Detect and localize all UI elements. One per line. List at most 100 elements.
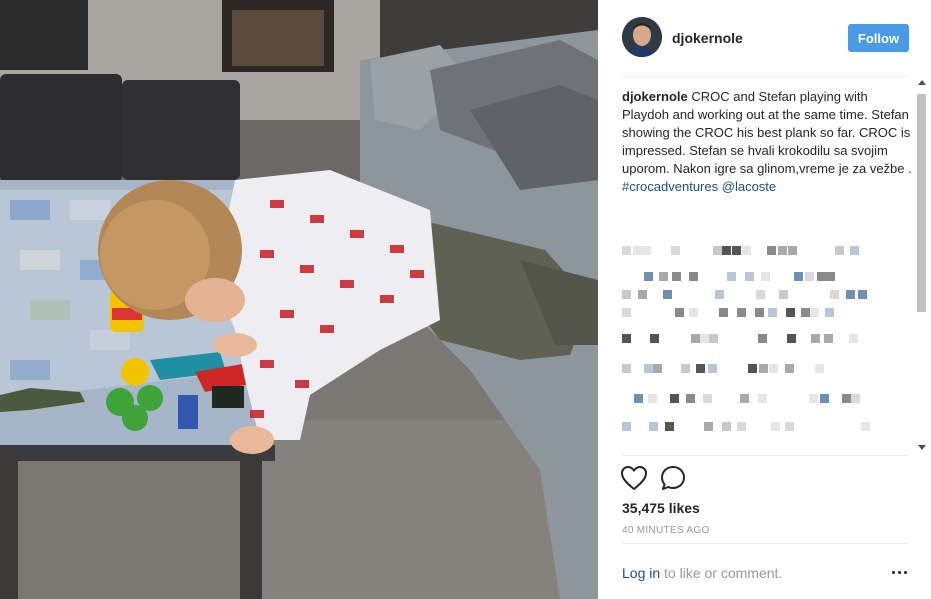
pixelated-block	[737, 422, 746, 431]
speech-bubble-icon[interactable]	[660, 465, 686, 491]
pixelated-block	[732, 246, 741, 255]
header-divider	[622, 76, 908, 77]
pixelated-block	[648, 394, 657, 403]
pixelated-block	[737, 308, 746, 317]
pixelated-block	[622, 246, 631, 255]
pixelated-block	[653, 364, 662, 373]
pixelated-block	[771, 422, 780, 431]
pixelated-block	[861, 422, 870, 431]
pixelated-block	[703, 394, 712, 403]
pixelated-block	[649, 422, 658, 431]
pixelated-block	[671, 246, 680, 255]
pixelated-block	[622, 364, 631, 373]
pixelated-block	[851, 394, 860, 403]
likes-count[interactable]: 35,475 likes	[622, 500, 700, 516]
caption-author-link[interactable]: djokernole	[622, 89, 688, 104]
hashtag-link[interactable]: #crocadventures	[622, 179, 718, 194]
avatar-image	[622, 17, 662, 57]
post-caption: djokernole CROC and Stefan playing with …	[622, 88, 914, 196]
pixelated-block	[761, 272, 770, 281]
pixelated-block	[811, 334, 820, 343]
pixelated-block	[815, 364, 824, 373]
follow-button[interactable]: Follow	[848, 24, 909, 52]
pixelated-block	[755, 308, 764, 317]
pixelated-block	[801, 308, 810, 317]
pixelated-block	[785, 364, 794, 373]
ellipsis-dot	[898, 571, 901, 574]
ellipsis-icon[interactable]	[892, 568, 908, 578]
pixelated-block	[708, 364, 717, 373]
pixelated-block	[622, 422, 631, 431]
comments-scrollbar[interactable]	[914, 78, 929, 454]
pixelated-block	[696, 364, 705, 373]
post-photo[interactable]	[0, 0, 598, 599]
ellipsis-dot	[892, 571, 895, 574]
pixelated-block	[740, 394, 749, 403]
pixelated-block	[767, 246, 776, 255]
login-link[interactable]: Log in	[622, 565, 660, 581]
pixelated-block	[809, 394, 818, 403]
pixelated-block	[835, 246, 844, 255]
pixelated-comments	[622, 246, 914, 454]
pixelated-block	[745, 272, 754, 281]
pixelated-block	[786, 308, 795, 317]
pixelated-block	[742, 246, 751, 255]
pixelated-block	[727, 272, 736, 281]
pixelated-block	[642, 246, 651, 255]
pixelated-block	[817, 272, 826, 281]
pixelated-block	[768, 308, 777, 317]
pixelated-block	[850, 246, 859, 255]
comments-list[interactable]: djokernole CROC and Stefan playing with …	[622, 88, 914, 454]
pixelated-block	[659, 272, 668, 281]
pixelated-block	[785, 422, 794, 431]
post-timestamp[interactable]: 40 MINUTES AGO	[622, 525, 710, 536]
pixelated-block	[794, 272, 803, 281]
pixelated-block	[842, 394, 851, 403]
pixelated-block	[681, 364, 690, 373]
pixelated-block	[709, 334, 718, 343]
pixelated-block	[713, 246, 722, 255]
pixelated-block	[670, 394, 679, 403]
pixelated-block	[672, 272, 681, 281]
pixelated-block	[805, 272, 814, 281]
pixelated-block	[622, 308, 631, 317]
login-prompt: Log in to like or comment.	[622, 565, 782, 581]
pixelated-block	[769, 364, 778, 373]
pixelated-block	[644, 364, 653, 373]
pixelated-block	[810, 308, 819, 317]
pixelated-block	[778, 246, 787, 255]
scroll-up-arrow-icon[interactable]	[918, 80, 926, 85]
pixelated-block	[820, 394, 829, 403]
post-detail-panel: djokernole Follow djokernole CROC and St…	[598, 0, 931, 599]
pixelated-block	[787, 334, 796, 343]
pixelated-block	[689, 272, 698, 281]
pixelated-block	[826, 272, 835, 281]
pixelated-block	[622, 290, 631, 299]
scroll-thumb[interactable]	[917, 94, 926, 312]
pixelated-block	[675, 308, 684, 317]
pixelated-block	[700, 334, 709, 343]
pixelated-block	[686, 394, 695, 403]
heart-outline-icon[interactable]	[620, 465, 648, 491]
pixelated-block	[825, 308, 834, 317]
pixelated-block	[633, 246, 642, 255]
login-prompt-text: to like or comment.	[660, 565, 783, 581]
pixelated-block	[722, 246, 731, 255]
pixelated-block	[756, 290, 765, 299]
scroll-down-arrow-icon[interactable]	[918, 445, 926, 450]
pixelated-block	[846, 290, 855, 299]
photo-illustration	[0, 0, 598, 599]
pixelated-block	[650, 334, 659, 343]
footer-divider	[622, 543, 908, 544]
pixelated-block	[719, 308, 728, 317]
avatar[interactable]	[622, 17, 662, 57]
pixelated-block	[758, 334, 767, 343]
pixelated-block	[622, 334, 631, 343]
pixelated-block	[665, 422, 674, 431]
username-link[interactable]: djokernole	[672, 30, 743, 46]
pixelated-block	[638, 290, 647, 299]
ellipsis-dot	[904, 571, 907, 574]
pixelated-block	[663, 290, 672, 299]
mention-link[interactable]: @lacoste	[722, 179, 776, 194]
pixelated-block	[758, 394, 767, 403]
